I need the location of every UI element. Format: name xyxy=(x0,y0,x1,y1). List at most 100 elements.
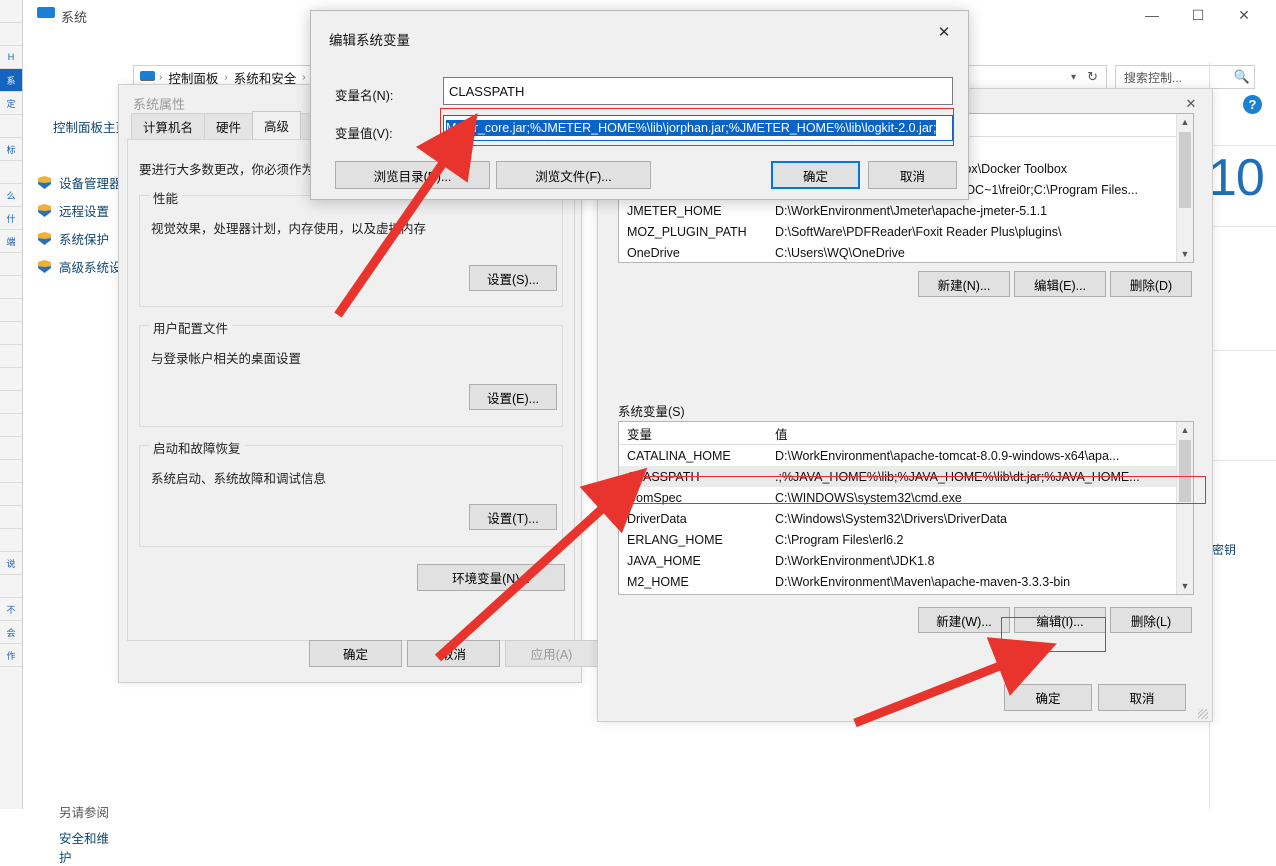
variable-name-input[interactable]: CLASSPATH xyxy=(443,77,953,105)
control-panel-icon xyxy=(140,70,155,84)
background-cell[interactable]: 会 xyxy=(0,621,22,644)
group-performance-title: 性能 xyxy=(149,188,183,207)
background-cell[interactable] xyxy=(0,483,22,506)
system-properties-cancel-button[interactable]: 取消 xyxy=(407,640,500,667)
user-list-scrollbar[interactable]: ▲ ▼ xyxy=(1176,114,1193,262)
system-edit-button[interactable]: 编辑(I)... xyxy=(1014,607,1106,633)
scroll-down-icon[interactable]: ▼ xyxy=(1177,578,1193,594)
system-properties-ok-button[interactable]: 确定 xyxy=(309,640,402,667)
resize-grip[interactable] xyxy=(1198,709,1208,719)
table-row[interactable]: ERLANG_HOME C:\Program Files\erl6.2 xyxy=(619,529,1193,550)
user-edit-button[interactable]: 编辑(E)... xyxy=(1014,271,1106,297)
edit-cancel-button[interactable]: 取消 xyxy=(868,161,957,189)
scrollbar-thumb[interactable] xyxy=(1179,132,1191,208)
background-cell[interactable] xyxy=(0,529,22,552)
column-header-variable: 变量 xyxy=(627,427,653,442)
startup-recovery-settings-button[interactable]: 设置(T)... xyxy=(469,504,557,530)
background-cell[interactable] xyxy=(0,437,22,460)
table-row[interactable]: CATALINA_HOME D:\WorkEnvironment\apache-… xyxy=(619,445,1193,466)
performance-settings-button[interactable]: 设置(S)... xyxy=(469,265,557,291)
tab-computer-name[interactable]: 计算机名 xyxy=(131,113,206,139)
background-cell[interactable] xyxy=(0,322,22,345)
user-profiles-settings-button[interactable]: 设置(E)... xyxy=(469,384,557,410)
search-icon[interactable]: 🔍 xyxy=(1234,69,1250,85)
background-cell[interactable]: 什 xyxy=(0,207,22,230)
see-also-label: 另请参阅 xyxy=(59,806,110,820)
background-app-window[interactable]: H系定标么什端说不会作 xyxy=(0,0,23,809)
system-new-button[interactable]: 新建(W)... xyxy=(918,607,1010,633)
background-cell[interactable] xyxy=(0,575,22,598)
scroll-up-icon[interactable]: ▲ xyxy=(1177,114,1193,130)
table-row[interactable]: JMETER_HOME D:\WorkEnvironment\Jmeter\ap… xyxy=(619,200,1193,221)
group-user-profiles-text: 与登录帐户相关的桌面设置 xyxy=(151,352,302,366)
system-variables-list[interactable]: 变量 值 CATALINA_HOME D:\WorkEnvironment\ap… xyxy=(618,421,1194,595)
background-cell[interactable] xyxy=(0,299,22,322)
system-variables-header: 变量 值 xyxy=(619,422,1193,445)
background-cell[interactable] xyxy=(0,506,22,529)
background-cell[interactable]: 作 xyxy=(0,644,22,667)
edit-ok-button[interactable]: 确定 xyxy=(771,161,860,189)
browse-directory-button[interactable]: 浏览目录(D)... xyxy=(335,161,490,189)
variable-value: D:\WorkEnvironment\JDK1.8 xyxy=(775,553,935,568)
variable-value: C:\Windows\System32\Drivers\DriverData xyxy=(775,511,1007,526)
background-cell[interactable] xyxy=(0,368,22,391)
tab-hardware[interactable]: 硬件 xyxy=(204,113,254,139)
background-cell[interactable] xyxy=(0,391,22,414)
table-row[interactable]: ComSpec C:\WINDOWS\system32\cmd.exe xyxy=(619,487,1193,508)
environment-variables-button[interactable]: 环境变量(N)... xyxy=(417,564,565,591)
background-cell[interactable] xyxy=(0,161,22,184)
browse-file-button[interactable]: 浏览文件(F)... xyxy=(496,161,651,189)
scrollbar-thumb[interactable] xyxy=(1179,440,1191,502)
background-cell[interactable] xyxy=(0,23,22,46)
background-cell[interactable] xyxy=(0,345,22,368)
sidebar-item-home[interactable]: 控制面板主页 xyxy=(53,117,128,136)
help-icon[interactable]: ? xyxy=(1243,95,1262,114)
search-input[interactable]: 搜索控制... 🔍 xyxy=(1115,65,1255,89)
background-cell[interactable]: H xyxy=(0,46,22,69)
table-row-classpath[interactable]: CLASSPATH .;%JAVA_HOME%\lib;%JAVA_HOME%\… xyxy=(619,466,1193,487)
table-row[interactable]: MOZ_PLUGIN_PATH D:\SoftWare\PDFReader\Fo… xyxy=(619,221,1193,242)
scroll-down-icon[interactable]: ▼ xyxy=(1177,246,1193,262)
background-cell[interactable] xyxy=(0,276,22,299)
background-cell[interactable] xyxy=(0,414,22,437)
close-icon[interactable]: ✕ xyxy=(1174,93,1208,115)
see-also-link-security-maintenance[interactable]: 安全和维护 xyxy=(59,828,121,866)
user-new-button[interactable]: 新建(N)... xyxy=(918,271,1010,297)
system-list-scrollbar[interactable]: ▲ ▼ xyxy=(1176,422,1193,594)
chevron-down-icon[interactable]: ▾ xyxy=(1071,72,1076,83)
background-cell[interactable] xyxy=(0,253,22,276)
background-cell[interactable]: 说 xyxy=(0,552,22,575)
background-cell[interactable] xyxy=(0,460,22,483)
content-divider xyxy=(1209,226,1276,227)
background-cell[interactable]: 标 xyxy=(0,138,22,161)
system-delete-button[interactable]: 删除(L) xyxy=(1110,607,1192,633)
close-icon[interactable]: ✕ xyxy=(926,19,962,45)
refresh-icon[interactable]: ↻ xyxy=(1087,69,1098,85)
background-cell[interactable] xyxy=(0,115,22,138)
env-cancel-button[interactable]: 取消 xyxy=(1098,684,1186,711)
variable-value-label: 变量值(V): xyxy=(335,127,393,141)
background-cell[interactable]: 端 xyxy=(0,230,22,253)
env-ok-button[interactable]: 确定 xyxy=(1004,684,1092,711)
variable-name-value: CLASSPATH xyxy=(449,83,525,99)
variable-value: D:\SoftWare\PDFReader\Foxit Reader Plus\… xyxy=(775,224,1062,239)
background-cell[interactable] xyxy=(0,0,22,23)
close-button[interactable]: ✕ xyxy=(1221,0,1267,30)
table-row[interactable]: DriverData C:\Windows\System32\Drivers\D… xyxy=(619,508,1193,529)
user-delete-button[interactable]: 删除(D) xyxy=(1110,271,1192,297)
sidebar-item-label: 系统保护 xyxy=(59,232,110,247)
background-cell[interactable]: 系 xyxy=(0,69,22,92)
table-row[interactable]: M2_HOME D:\WorkEnvironment\Maven\apache-… xyxy=(619,571,1193,592)
table-row[interactable]: JAVA_HOME D:\WorkEnvironment\JDK1.8 xyxy=(619,550,1193,571)
tab-advanced[interactable]: 高级 xyxy=(252,111,302,139)
minimize-button[interactable]: — xyxy=(1129,0,1175,30)
system-icon xyxy=(37,7,55,22)
maximize-button[interactable]: ☐ xyxy=(1175,0,1221,30)
table-row[interactable]: OneDrive C:\Users\WQ\OneDrive xyxy=(619,242,1193,262)
variable-value-input[interactable]: Meter_core.jar;%JMETER_HOME%\lib\jorphan… xyxy=(443,115,953,141)
variable-value: D:\WorkEnvironment\apache-tomcat-8.0.9-w… xyxy=(775,448,1120,463)
background-cell[interactable]: 定 xyxy=(0,92,22,115)
background-cell[interactable]: 么 xyxy=(0,184,22,207)
background-cell[interactable]: 不 xyxy=(0,598,22,621)
scroll-up-icon[interactable]: ▲ xyxy=(1177,422,1193,438)
